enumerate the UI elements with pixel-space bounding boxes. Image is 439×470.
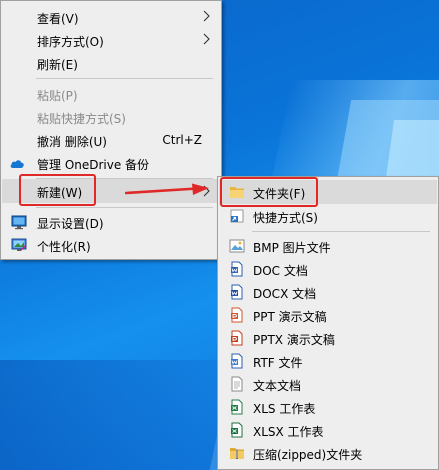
rtf-file-icon bbox=[231, 353, 243, 369]
annotation-arrow-icon bbox=[125, 183, 209, 195]
menu-item-label: XLSX 工作表 bbox=[253, 425, 324, 439]
menu-separator bbox=[36, 207, 213, 208]
ppt-file-icon bbox=[231, 307, 243, 323]
menu-item-label: PPTX 演示文稿 bbox=[253, 333, 335, 347]
menu-item-label: PPT 演示文稿 bbox=[253, 310, 327, 324]
zip-folder-icon bbox=[230, 448, 244, 459]
annotation-highlight-new bbox=[19, 174, 96, 206]
submenu-item-shortcut[interactable]: 快捷方式(S) bbox=[219, 205, 437, 227]
menu-item-label: DOCX 文档 bbox=[253, 287, 317, 301]
submenu-item-docx[interactable]: DOCX 文档 bbox=[219, 281, 437, 303]
menu-item-label: RTF 文件 bbox=[253, 356, 303, 370]
xlsx-file-icon bbox=[231, 422, 243, 438]
onedrive-cloud-icon bbox=[10, 160, 24, 168]
pptx-file-icon bbox=[231, 330, 243, 346]
doc-file-icon bbox=[231, 261, 243, 277]
menu-item-sort-by[interactable]: 排序方式(O) bbox=[2, 29, 220, 51]
menu-item-label: 查看(V) bbox=[37, 12, 79, 26]
menu-item-view[interactable]: 查看(V) bbox=[2, 6, 220, 28]
submenu-item-text[interactable]: 文本文档 bbox=[219, 373, 437, 395]
menu-item-label: 个性化(R) bbox=[37, 240, 91, 254]
bmp-file-icon bbox=[229, 239, 245, 253]
submenu-item-pptx[interactable]: PPTX 演示文稿 bbox=[219, 327, 437, 349]
menu-separator bbox=[252, 231, 430, 232]
shortcut-icon bbox=[230, 209, 244, 223]
wallpaper-shadow bbox=[0, 360, 240, 470]
menu-item-label: 粘贴(P) bbox=[37, 89, 78, 103]
menu-item-label: 管理 OneDrive 备份 bbox=[37, 158, 150, 172]
menu-item-label: 撤消 删除(U) bbox=[37, 135, 107, 149]
menu-separator bbox=[36, 78, 213, 79]
submenu-item-bmp[interactable]: BMP 图片文件 bbox=[219, 235, 437, 257]
new-submenu: 文件夹(F) 快捷方式(S) BMP 图片文件 DOC 文档 DOCX 文档 P… bbox=[217, 176, 439, 470]
submenu-item-ppt[interactable]: PPT 演示文稿 bbox=[219, 304, 437, 326]
menu-item-refresh[interactable]: 刷新(E) bbox=[2, 52, 220, 74]
display-settings-icon bbox=[11, 215, 27, 230]
desktop-context-menu: 查看(V) 排序方式(O) 刷新(E) 粘贴(P) 粘贴快捷方式(S) 撤消 删… bbox=[0, 0, 222, 260]
chevron-right-icon bbox=[203, 10, 210, 22]
menu-item-display-settings[interactable]: 显示设置(D) bbox=[2, 211, 220, 233]
personalize-icon bbox=[11, 238, 27, 251]
menu-item-label: 文本文档 bbox=[253, 379, 302, 393]
menu-item-paste-shortcut[interactable]: 粘贴快捷方式(S) bbox=[2, 106, 220, 128]
menu-item-label: 排序方式(O) bbox=[37, 35, 104, 49]
menu-item-undo-delete[interactable]: 撤消 删除(U) Ctrl+Z bbox=[2, 129, 220, 151]
docx-file-icon bbox=[231, 284, 243, 300]
menu-item-label: XLS 工作表 bbox=[253, 402, 316, 416]
menu-item-shortcut: Ctrl+Z bbox=[162, 133, 202, 147]
menu-item-onedrive-backup[interactable]: 管理 OneDrive 备份 bbox=[2, 152, 220, 174]
xls-file-icon bbox=[231, 399, 243, 415]
menu-item-label: 刷新(E) bbox=[37, 58, 78, 72]
menu-item-label: 快捷方式(S) bbox=[253, 211, 318, 225]
menu-item-label: 显示设置(D) bbox=[37, 217, 104, 231]
menu-item-label: 粘贴快捷方式(S) bbox=[37, 112, 126, 126]
menu-item-label: 压缩(zipped)文件夹 bbox=[253, 448, 363, 462]
chevron-right-icon bbox=[203, 33, 210, 45]
submenu-item-xlsx[interactable]: XLSX 工作表 bbox=[219, 419, 437, 441]
menu-item-label: BMP 图片文件 bbox=[253, 241, 331, 255]
menu-item-label: DOC 文档 bbox=[253, 264, 308, 278]
menu-item-personalize[interactable]: 个性化(R) bbox=[2, 234, 220, 256]
submenu-item-xls[interactable]: XLS 工作表 bbox=[219, 396, 437, 418]
submenu-item-doc[interactable]: DOC 文档 bbox=[219, 258, 437, 280]
submenu-item-rtf[interactable]: RTF 文件 bbox=[219, 350, 437, 372]
text-file-icon bbox=[231, 376, 243, 392]
menu-item-paste[interactable]: 粘贴(P) bbox=[2, 83, 220, 105]
submenu-item-zip[interactable]: 压缩(zipped)文件夹 bbox=[219, 442, 437, 464]
annotation-highlight-folder bbox=[220, 177, 318, 207]
